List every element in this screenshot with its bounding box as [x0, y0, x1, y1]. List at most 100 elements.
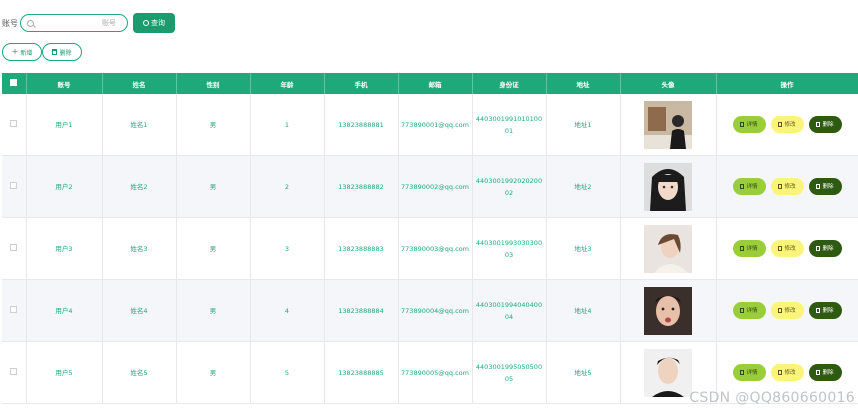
row-checkbox[interactable]: [10, 367, 18, 375]
row-checkbox[interactable]: [10, 181, 18, 189]
gender-cell: 男: [176, 155, 251, 218]
delete-button[interactable]: 删除: [808, 116, 842, 133]
id-card-cell: 440300199404040004: [472, 279, 547, 342]
batch-delete-button[interactable]: 删除: [42, 43, 82, 61]
add-button-label: 新增: [20, 49, 33, 57]
email-cell: 773890001@qq.com: [398, 94, 473, 156]
detail-label: 详情: [746, 183, 758, 190]
id-card-cell: 440300199505050005: [472, 341, 547, 404]
delete-button[interactable]: 删除: [808, 302, 842, 319]
doc-icon: [740, 122, 745, 127]
column-header: 操作: [716, 73, 858, 94]
id-card-cell: 440300199101010001: [472, 94, 547, 156]
edit-label: 修改: [784, 183, 796, 190]
edit-button[interactable]: 修改: [770, 116, 804, 133]
user-table: 账号 姓名 性别 年龄 手机 邮箱 身份证 地址 头像 操作 用户1 姓名1 男 1 1…: [2, 73, 858, 404]
delete-label: 删除: [822, 245, 834, 252]
name-cell: 姓名5: [102, 341, 177, 404]
phone-cell: 13823888882: [324, 155, 399, 218]
edit-label: 修改: [784, 307, 796, 314]
row-select-cell[interactable]: [2, 155, 27, 218]
edit-button[interactable]: 修改: [770, 302, 804, 319]
row-select-cell[interactable]: [2, 341, 27, 404]
watermark: CSDN @QQ860660016: [689, 390, 855, 406]
detail-button[interactable]: 详情: [732, 178, 766, 195]
column-header: 手机: [324, 73, 399, 94]
edit-button[interactable]: 修改: [770, 240, 804, 257]
search-icon: [143, 20, 149, 26]
column-header: 姓名: [102, 73, 177, 94]
detail-button[interactable]: 详情: [732, 364, 766, 381]
pen-icon: [778, 370, 783, 375]
actions-cell: 详情 修改 删除: [716, 155, 858, 218]
gender-cell: 男: [176, 217, 251, 280]
avatar-cell: [620, 94, 717, 156]
account-cell: 用户3: [26, 217, 103, 280]
name-cell: 姓名4: [102, 279, 177, 342]
row-select-cell[interactable]: [2, 279, 27, 342]
search-label: 账号: [2, 18, 18, 28]
actions-cell: 详情 修改 删除: [716, 279, 858, 342]
avatar-cell: [620, 279, 717, 342]
phone-cell: 13823888881: [324, 94, 399, 156]
delete-label: 删除: [822, 121, 834, 128]
column-header: 地址: [546, 73, 621, 94]
search-field[interactable]: [20, 14, 128, 32]
id-card-cell: 440300199303030003: [472, 217, 547, 280]
row-checkbox[interactable]: [10, 243, 18, 251]
edit-button[interactable]: 修改: [770, 178, 804, 195]
email-cell: 773890005@qq.com: [398, 341, 473, 404]
doc-icon: [740, 370, 745, 375]
trash-icon: [816, 246, 821, 251]
detail-button[interactable]: 详情: [732, 240, 766, 257]
column-header: 头像: [620, 73, 717, 94]
age-cell: 3: [250, 217, 325, 280]
search-bar: 账号 查询: [2, 12, 175, 34]
pen-icon: [778, 246, 783, 251]
edit-label: 修改: [784, 369, 796, 376]
row-select-cell[interactable]: [2, 94, 27, 156]
name-cell: 姓名3: [102, 217, 177, 280]
gender-cell: 男: [176, 279, 251, 342]
detail-button[interactable]: 详情: [732, 302, 766, 319]
add-button[interactable]: + 新增: [2, 43, 42, 61]
batch-delete-label: 删除: [59, 49, 72, 57]
gender-cell: 男: [176, 341, 251, 404]
search-input[interactable]: [34, 18, 118, 28]
table-row: 用户2 姓名2 男 2 13823888882 773890002@qq.com 44030…: [2, 155, 858, 218]
name-cell: 姓名2: [102, 155, 177, 218]
doc-icon: [740, 184, 745, 189]
row-checkbox[interactable]: [10, 305, 18, 313]
delete-label: 删除: [822, 369, 834, 376]
email-cell: 773890004@qq.com: [398, 279, 473, 342]
detail-label: 详情: [746, 245, 758, 252]
table-row: 用户3 姓名3 男 3 13823888883 773890003@qq.com 44030…: [2, 217, 858, 280]
select-all-checkbox[interactable]: [10, 79, 18, 86]
address-cell: 地址5: [546, 341, 621, 404]
delete-label: 删除: [822, 183, 834, 190]
edit-label: 修改: [784, 121, 796, 128]
trash-icon: [816, 122, 821, 127]
address-cell: 地址1: [546, 94, 621, 156]
row-select-cell[interactable]: [2, 217, 27, 280]
email-cell: 773890002@qq.com: [398, 155, 473, 218]
select-all-cell[interactable]: [2, 73, 27, 94]
email-cell: 773890003@qq.com: [398, 217, 473, 280]
detail-label: 详情: [746, 369, 758, 376]
doc-icon: [740, 246, 745, 251]
avatar: [644, 224, 692, 273]
delete-button[interactable]: 删除: [808, 240, 842, 257]
edit-button[interactable]: 修改: [770, 364, 804, 381]
column-header: 性别: [176, 73, 251, 94]
row-checkbox[interactable]: [10, 119, 18, 127]
avatar-cell: [620, 155, 717, 218]
phone-cell: 13823888883: [324, 217, 399, 280]
query-button[interactable]: 查询: [133, 13, 175, 33]
avatar: [644, 100, 692, 149]
detail-button[interactable]: 详情: [732, 116, 766, 133]
toolbar: + 新增 删除: [2, 43, 82, 61]
table-row: 用户4 姓名4 男 4 13823888884 773890004@qq.com 44030…: [2, 279, 858, 342]
delete-button[interactable]: 删除: [808, 364, 842, 381]
delete-button[interactable]: 删除: [808, 178, 842, 195]
account-cell: 用户1: [26, 94, 103, 156]
